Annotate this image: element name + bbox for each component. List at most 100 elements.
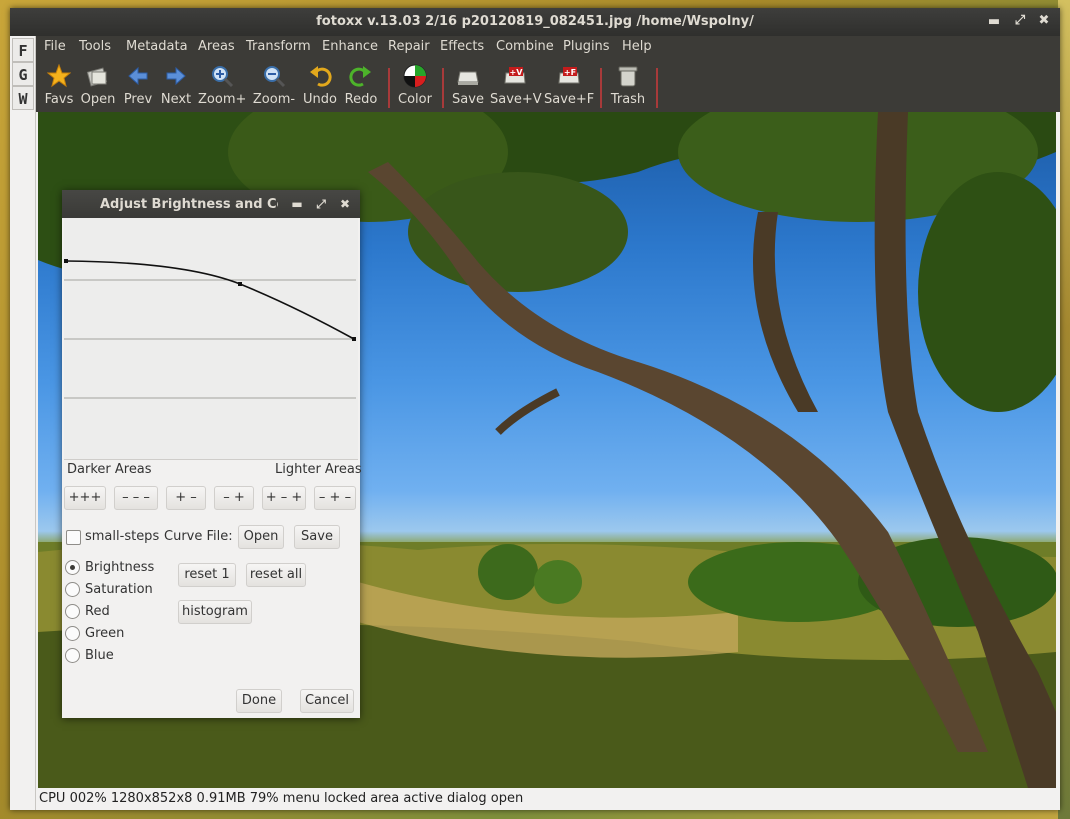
curve-node[interactable] xyxy=(352,337,356,341)
menu-areas[interactable]: Areas xyxy=(198,39,235,54)
curve-file-label: Curve File: xyxy=(164,529,233,544)
red-radio[interactable] xyxy=(65,604,80,619)
histogram-button[interactable]: histogram xyxy=(178,600,252,624)
dialog-title: Adjust Brightness and Color xyxy=(100,197,278,212)
cancel-button[interactable]: Cancel xyxy=(300,689,354,713)
zoom-in-button[interactable]: Zoom+ xyxy=(198,58,246,112)
minimize-icon[interactable]: ▬ xyxy=(986,14,1002,30)
zoom-in-icon xyxy=(212,66,234,88)
next-button[interactable]: Next xyxy=(158,58,194,112)
trash-icon xyxy=(618,66,638,87)
adjust-button-plus-minus[interactable]: + – xyxy=(166,486,206,510)
zoom-out-button[interactable]: Zoom- xyxy=(250,58,298,112)
saturation-label: Saturation xyxy=(85,582,153,597)
favs-button[interactable]: Favs xyxy=(40,58,78,112)
status-bar: CPU 002% 1280x852x8 0.91MB 79% menu lock… xyxy=(36,790,1060,810)
save-version-button[interactable]: +V Save+V xyxy=(490,58,542,112)
menu-tools[interactable]: Tools xyxy=(79,39,111,54)
lighter-areas-label: Lighter Areas xyxy=(275,462,362,477)
done-button[interactable]: Done xyxy=(236,689,282,713)
menu-transform[interactable]: Transform xyxy=(246,39,311,54)
zoom-out-icon xyxy=(264,66,286,88)
svg-text:+F: +F xyxy=(564,68,576,77)
small-steps-checkbox[interactable] xyxy=(66,530,81,545)
trash-label: Trash xyxy=(610,92,646,107)
toolbar-separator xyxy=(600,68,602,108)
color-wheel-icon xyxy=(403,64,427,88)
favs-label: Favs xyxy=(44,92,74,107)
brightness-radio[interactable] xyxy=(65,560,80,575)
adjust-button-plus-plus-plus[interactable]: +++ xyxy=(64,486,106,510)
next-label: Next xyxy=(160,92,192,107)
curve-save-button[interactable]: Save xyxy=(294,525,340,549)
save-icon xyxy=(457,71,479,85)
brightness-label: Brightness xyxy=(85,560,155,575)
dialog-maximize-icon[interactable]: ⤢ xyxy=(314,196,328,212)
undo-label: Undo xyxy=(303,92,337,107)
adjust-button-minus-plus-minus[interactable]: – + – xyxy=(314,486,356,510)
redo-label: Redo xyxy=(344,92,378,107)
save-version-label: Save+V xyxy=(490,92,542,107)
blue-radio[interactable] xyxy=(65,648,80,663)
save-file-button[interactable]: +F Save+F xyxy=(544,58,594,112)
svg-text:+V: +V xyxy=(510,68,524,77)
toolbar-separator xyxy=(388,68,390,108)
save-button[interactable]: Save xyxy=(450,58,486,112)
menu-metadata[interactable]: Metadata xyxy=(126,39,188,54)
mode-button-w[interactable]: W xyxy=(12,86,34,110)
dialog-minimize-icon[interactable]: ▬ xyxy=(290,196,304,212)
menu-combine[interactable]: Combine xyxy=(496,39,554,54)
menu-file[interactable]: File xyxy=(44,39,66,54)
adjust-brightness-dialog: Adjust Brightness and Color ▬ ⤢ ✖ Darker… xyxy=(62,190,362,718)
red-label: Red xyxy=(85,604,110,619)
star-icon xyxy=(47,64,71,88)
open-label: Open xyxy=(80,92,116,107)
blue-label: Blue xyxy=(85,648,114,663)
open-icon xyxy=(86,67,108,87)
mode-button-g[interactable]: G xyxy=(12,62,34,86)
open-button[interactable]: Open xyxy=(80,58,116,112)
maximize-icon[interactable]: ⤢ xyxy=(1012,13,1028,29)
save-version-icon: +V xyxy=(504,67,526,84)
green-radio[interactable] xyxy=(65,626,80,641)
prev-label: Prev xyxy=(123,92,153,107)
green-label: Green xyxy=(85,626,125,641)
saturation-radio[interactable] xyxy=(65,582,80,597)
reset-1-button[interactable]: reset 1 xyxy=(178,563,236,587)
prev-button[interactable]: Prev xyxy=(120,58,156,112)
menu-enhance[interactable]: Enhance xyxy=(322,39,378,54)
zoom-in-label: Zoom+ xyxy=(198,92,247,107)
menu-bar: File Tools Metadata Areas Transform Enha… xyxy=(36,36,1060,58)
save-label: Save xyxy=(452,92,484,107)
dialog-close-icon[interactable]: ✖ xyxy=(338,196,352,212)
color-button[interactable]: Color xyxy=(396,58,434,112)
menu-help[interactable]: Help xyxy=(622,39,652,54)
mode-bar: F G W xyxy=(10,36,36,810)
redo-icon xyxy=(349,66,371,87)
trash-button[interactable]: Trash xyxy=(608,58,648,112)
menu-repair[interactable]: Repair xyxy=(388,39,430,54)
curve-node[interactable] xyxy=(238,282,242,286)
curve-node[interactable] xyxy=(64,259,68,263)
menu-plugins[interactable]: Plugins xyxy=(563,39,610,54)
window-title: fotoxx v.13.03 2/16 p20120819_082451.jpg… xyxy=(316,14,754,29)
dialog-title-bar[interactable]: Adjust Brightness and Color ▬ ⤢ ✖ xyxy=(62,190,360,218)
menu-effects[interactable]: Effects xyxy=(440,39,484,54)
toolbar-separator xyxy=(656,68,658,108)
brightness-curve xyxy=(64,259,356,399)
adjust-button-minus-minus-minus[interactable]: – – – xyxy=(114,486,158,510)
curve-open-button[interactable]: Open xyxy=(238,525,284,549)
darker-areas-label: Darker Areas xyxy=(67,462,152,477)
close-icon[interactable]: ✖ xyxy=(1036,13,1052,29)
arrow-right-icon xyxy=(166,66,186,86)
curve-editor[interactable] xyxy=(64,218,358,460)
small-steps-label: small-steps xyxy=(85,529,160,544)
mode-button-f[interactable]: F xyxy=(12,38,34,62)
reset-all-button[interactable]: reset all xyxy=(246,563,306,587)
adjust-button-minus-plus[interactable]: – + xyxy=(214,486,254,510)
title-bar[interactable]: fotoxx v.13.03 2/16 p20120819_082451.jpg… xyxy=(10,8,1060,36)
adjust-button-plus-minus-plus[interactable]: + – + xyxy=(262,486,306,510)
undo-button[interactable]: Undo xyxy=(300,58,340,112)
toolbar: Favs Open Prev Next Zoom+ Zoom- Undo Red… xyxy=(36,58,1060,112)
redo-button[interactable]: Redo xyxy=(342,58,380,112)
